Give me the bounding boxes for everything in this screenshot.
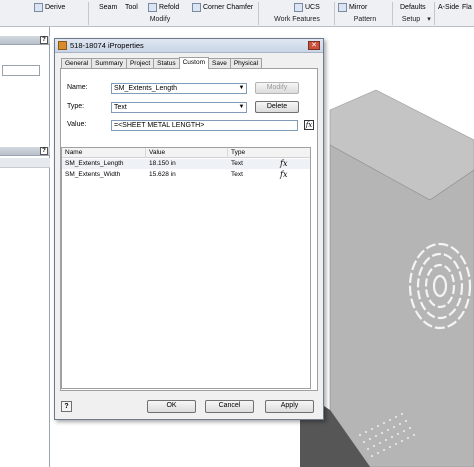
function-icon[interactable]: fx — [304, 120, 314, 130]
ribbon-group-work-features: Work Features — [274, 16, 320, 23]
type-combobox[interactable]: Text ▼ — [111, 102, 247, 113]
panel-header: ? — [0, 36, 50, 45]
ribbon-refold[interactable]: Refold — [148, 2, 179, 12]
ribbon-ucs[interactable]: UCS — [294, 2, 320, 12]
sheet-metal-part[interactable] — [300, 90, 474, 467]
name-label: Name: — [67, 84, 88, 91]
table-row[interactable]: SM_Extents_Width 15.628 in Text fx — [62, 170, 310, 180]
ribbon-seam-label: Seam — [99, 3, 118, 11]
type-value: Text — [114, 104, 127, 111]
ok-button[interactable]: OK — [147, 400, 196, 413]
mirror-icon — [338, 2, 347, 12]
ribbon-derive[interactable]: Derive — [34, 2, 65, 12]
apply-button[interactable]: Apply — [265, 400, 314, 413]
table-row[interactable]: SM_Extents_Length 18.150 in Text fx — [62, 159, 310, 169]
function-icon: fx — [280, 170, 288, 179]
refold-icon — [148, 2, 157, 12]
column-value[interactable]: Value — [146, 148, 228, 158]
iproperties-dialog: 518-18074 iProperties ✕ General Summary … — [54, 38, 324, 420]
name-combobox[interactable]: SM_Extents_Length ▼ — [111, 83, 247, 94]
table-header: Name Value Type — [62, 148, 310, 158]
panel-field[interactable] — [2, 65, 40, 76]
type-label: Type: — [67, 103, 85, 110]
ribbon-separator — [258, 2, 259, 25]
properties-table: Name Value Type SM_Extents_Length 18.150… — [61, 147, 311, 389]
chevron-down-icon[interactable]: ▼ — [238, 104, 245, 111]
cancel-button[interactable]: Cancel — [205, 400, 254, 413]
dialog-titlebar[interactable]: 518-18074 iProperties ✕ — [55, 39, 323, 53]
row-value: 15.628 in — [149, 171, 176, 178]
ribbon-separator — [334, 2, 335, 25]
ribbon-refold-label: Refold — [159, 3, 180, 11]
ucs-icon — [294, 2, 303, 12]
close-button[interactable]: ✕ — [308, 41, 320, 50]
ribbon-a-side-label: A-Side — [438, 3, 460, 11]
dialog-title: 518-18074 iProperties — [70, 41, 144, 50]
modify-button[interactable]: Modify — [255, 82, 299, 94]
panel-toolbar — [0, 158, 50, 168]
ribbon-separator — [88, 2, 89, 25]
ribbon-corner-chamfer-label: Corner Chamfer — [203, 3, 254, 11]
ribbon-separator — [392, 2, 393, 25]
ribbon-a-side[interactable]: A-Side — [438, 2, 459, 12]
ribbon-group-pattern: Pattern — [353, 16, 377, 23]
ribbon-tool-label: Tool — [125, 3, 138, 11]
ribbon-tool[interactable]: Tool — [125, 2, 138, 12]
ribbon-defaults-label: Defaults — [400, 3, 426, 11]
ribbon-mirror-label: Mirror — [349, 3, 368, 11]
panel-help-button[interactable]: ? — [40, 36, 48, 44]
row-name: SM_Extents_Length — [65, 160, 124, 167]
delete-button[interactable]: Delete — [255, 101, 299, 113]
ribbon-corner-chamfer[interactable]: Corner Chamfer — [192, 2, 253, 12]
value-label: Value: — [67, 121, 87, 128]
model-browser-panel: ? ? — [0, 27, 50, 467]
corner-chamfer-icon — [192, 2, 201, 12]
ribbon-fla-label: Fla — [462, 3, 472, 11]
ribbon-seam[interactable]: Seam — [99, 2, 117, 12]
row-type: Text — [231, 160, 243, 167]
name-value: SM_Extents_Length — [114, 85, 178, 92]
ribbon-fla[interactable]: Fla — [462, 2, 472, 12]
row-value: 18.150 in — [149, 160, 176, 167]
row-name: SM_Extents_Width — [65, 171, 121, 178]
ribbon-mirror[interactable]: Mirror — [338, 2, 367, 12]
ribbon-derive-label: Derive — [45, 3, 66, 11]
inventor-part-icon — [58, 41, 67, 50]
ribbon-group-setup-dropdown[interactable]: ▾ — [424, 14, 434, 26]
panel-header: ? — [0, 147, 50, 156]
ribbon-ucs-label: UCS — [305, 3, 320, 11]
panel-help-button[interactable]: ? — [40, 147, 48, 155]
derive-icon — [34, 2, 43, 12]
part-right-face — [329, 144, 474, 467]
value-input[interactable]: =<SHEET METAL LENGTH> — [111, 120, 298, 131]
ribbon-separator — [434, 2, 435, 25]
ribbon-group-modify: Modify — [149, 16, 171, 23]
column-type[interactable]: Type — [228, 148, 310, 158]
ribbon-bar: Derive Seam Tool Refold Corner Chamfer U… — [0, 0, 474, 27]
function-icon: fx — [280, 159, 288, 168]
help-button[interactable]: ? — [61, 401, 72, 412]
chevron-down-icon[interactable]: ▼ — [238, 85, 245, 92]
ribbon-defaults[interactable]: Defaults — [400, 2, 426, 12]
ribbon-group-setup: Setup — [401, 16, 421, 23]
column-name[interactable]: Name — [62, 148, 146, 158]
row-type: Text — [231, 171, 243, 178]
tab-custom[interactable]: Custom — [178, 57, 210, 69]
